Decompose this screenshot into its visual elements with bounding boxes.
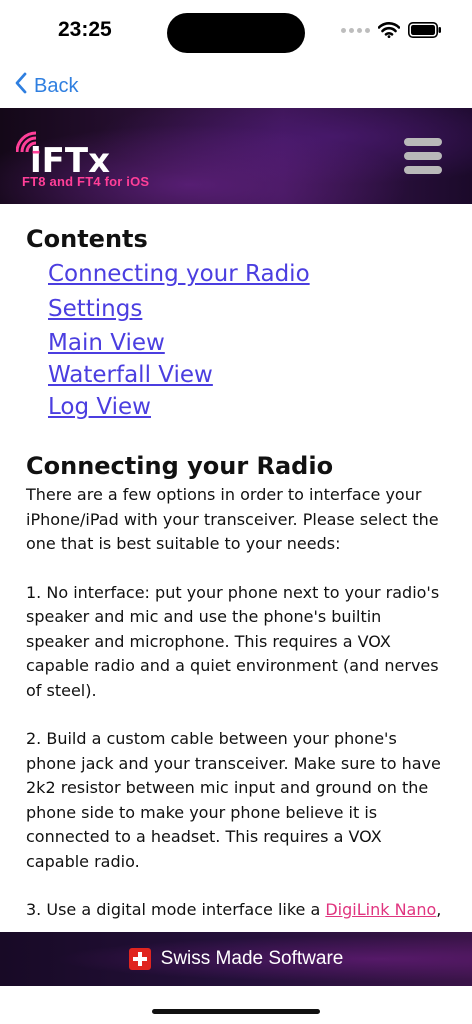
option-3-paragraph: 3. Use a digital mode interface like a D…	[26, 898, 446, 923]
section-heading: Connecting your Radio	[26, 452, 334, 480]
digilink-nano-link[interactable]: DigiLink Nano	[325, 900, 436, 919]
toc-item: Waterfall View	[48, 359, 446, 391]
wifi-icon	[378, 22, 400, 38]
toc-item: Main View	[48, 325, 446, 359]
intro-paragraph: There are a few options in order to inte…	[26, 485, 439, 553]
banner-tagline: FT8 and FT4 for iOS	[22, 174, 150, 189]
toc-link-settings[interactable]: Settings	[48, 293, 142, 325]
nav-bar: Back	[0, 64, 472, 108]
option-2-paragraph: 2. Build a custom cable between your pho…	[26, 729, 441, 871]
hamburger-menu-icon[interactable]	[404, 138, 442, 176]
toc-item: Connecting your Radio	[48, 256, 446, 290]
battery-icon	[408, 22, 442, 38]
back-label: Back	[34, 74, 79, 97]
toc-item: Settings	[48, 290, 446, 325]
toc-link-main-view[interactable]: Main View	[48, 327, 165, 359]
option-3-text: 3. Use a digital mode interface like a	[26, 900, 326, 919]
table-of-contents: Connecting your Radio Settings Main View…	[26, 256, 446, 423]
contents-heading: Contents	[26, 225, 148, 253]
toc-link-waterfall-view[interactable]: Waterfall View	[48, 359, 213, 391]
option-3-suffix: ,	[436, 900, 442, 919]
chevron-left-icon	[14, 72, 28, 100]
cellular-signal-icon	[341, 27, 370, 33]
footer-label: Swiss Made Software	[160, 948, 344, 969]
option-1-paragraph: 1. No interface: put your phone next to …	[26, 582, 440, 700]
swiss-flag-icon	[128, 948, 151, 970]
toc-link-connecting-your-radio[interactable]: Connecting your Radio	[48, 258, 310, 290]
footer-banner: Swiss Made Software	[0, 932, 472, 986]
status-indicators	[341, 22, 442, 38]
toc-link-log-view[interactable]: Log View	[48, 391, 151, 423]
app-banner: iFTx FT8 and FT4 for iOS	[0, 108, 472, 204]
toc-item: Log View	[48, 391, 446, 423]
dynamic-island	[167, 13, 305, 53]
status-time: 23:25	[58, 18, 112, 41]
status-bar: 23:25	[0, 0, 472, 64]
home-indicator	[152, 1009, 320, 1014]
back-button[interactable]: Back	[14, 70, 78, 102]
help-content: Contents Connecting your Radio Settings …	[26, 222, 446, 923]
